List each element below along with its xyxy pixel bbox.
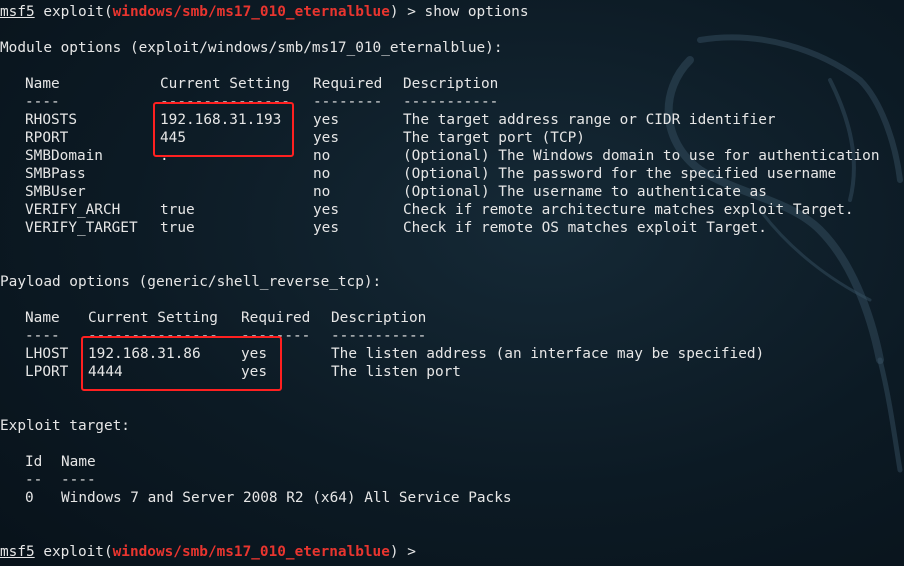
module-underline-description: ----------- [403,94,499,110]
option-required: no [313,166,331,182]
option-description: (Optional) The Windows domain to use for… [403,148,880,164]
option-setting: true [160,202,195,218]
module-underline-name: ---- [25,94,60,110]
prompt-exploit-prefix: exploit( [34,544,113,560]
command-line: msf5 exploit(windows/smb/ms17_010_eterna… [0,3,529,21]
payload-option-name: LHOST [25,346,69,362]
option-name: RPORT [25,130,69,146]
option-required: no [313,148,331,164]
option-name: SMBUser [25,184,86,200]
payload-underline-name: ---- [25,328,60,344]
msf-prompt-label: msf5 [0,4,35,20]
target-underline-id: -- [25,472,43,488]
exploit-target-heading: Exploit target: [0,418,130,434]
prompt-exploit-prefix: exploit( [34,4,113,20]
payload-underline-description: ----------- [331,328,427,344]
module-header-name: Name [25,76,60,92]
command-text: ) > show options [389,4,529,20]
module-name: windows/smb/ms17_010_eternalblue [112,4,390,20]
option-name: RHOSTS [25,112,77,128]
option-name: VERIFY_TARGET [25,220,138,236]
target-id: 0 [25,490,34,506]
module-name: windows/smb/ms17_010_eternalblue [112,544,390,560]
option-description: Check if remote architecture matches exp… [403,202,854,218]
option-description: Check if remote OS matches exploit Targe… [403,220,767,236]
payload-option-description: The listen port [331,364,461,380]
option-name: SMBDomain [25,148,103,164]
payload-option-description: The listen address (an interface may be … [331,346,765,362]
option-required: yes [313,112,339,128]
target-underline-name: ---- [61,472,96,488]
option-description: The target port (TCP) [403,130,585,146]
msf-prompt-label: msf5 [0,544,35,560]
payload-header-required: Required [241,310,311,326]
module-header-description: Description [403,76,499,92]
module-options-heading: Module options (exploit/windows/smb/ms17… [0,40,503,56]
option-required: yes [313,202,339,218]
option-required: yes [313,220,339,236]
payload-header-setting: Current Setting [88,310,218,326]
module-header-setting: Current Setting [160,76,290,92]
rhosts-rport-highlight-box [153,102,294,157]
prompt-line[interactable]: msf5 exploit(windows/smb/ms17_010_eterna… [0,543,416,561]
module-header-required: Required [313,76,383,92]
option-required: yes [313,130,339,146]
option-description: (Optional) The username to authenticate … [403,184,767,200]
lhost-lport-highlight-box [81,336,282,391]
payload-header-name: Name [25,310,60,326]
target-header-id: Id [25,454,43,470]
option-name: SMBPass [25,166,86,182]
payload-header-description: Description [331,310,427,326]
option-name: VERIFY_ARCH [25,202,121,218]
target-header-name: Name [61,454,96,470]
prompt-end: ) > [389,544,416,560]
option-description: The target address range or CIDR identif… [403,112,776,128]
module-underline-required: -------- [313,94,383,110]
option-description: (Optional) The password for the specifie… [403,166,837,182]
target-name: Windows 7 and Server 2008 R2 (x64) All S… [61,490,512,506]
option-setting: true [160,220,195,236]
payload-options-heading: Payload options (generic/shell_reverse_t… [0,274,382,290]
option-required: no [313,184,331,200]
payload-option-name: LPORT [25,364,69,380]
